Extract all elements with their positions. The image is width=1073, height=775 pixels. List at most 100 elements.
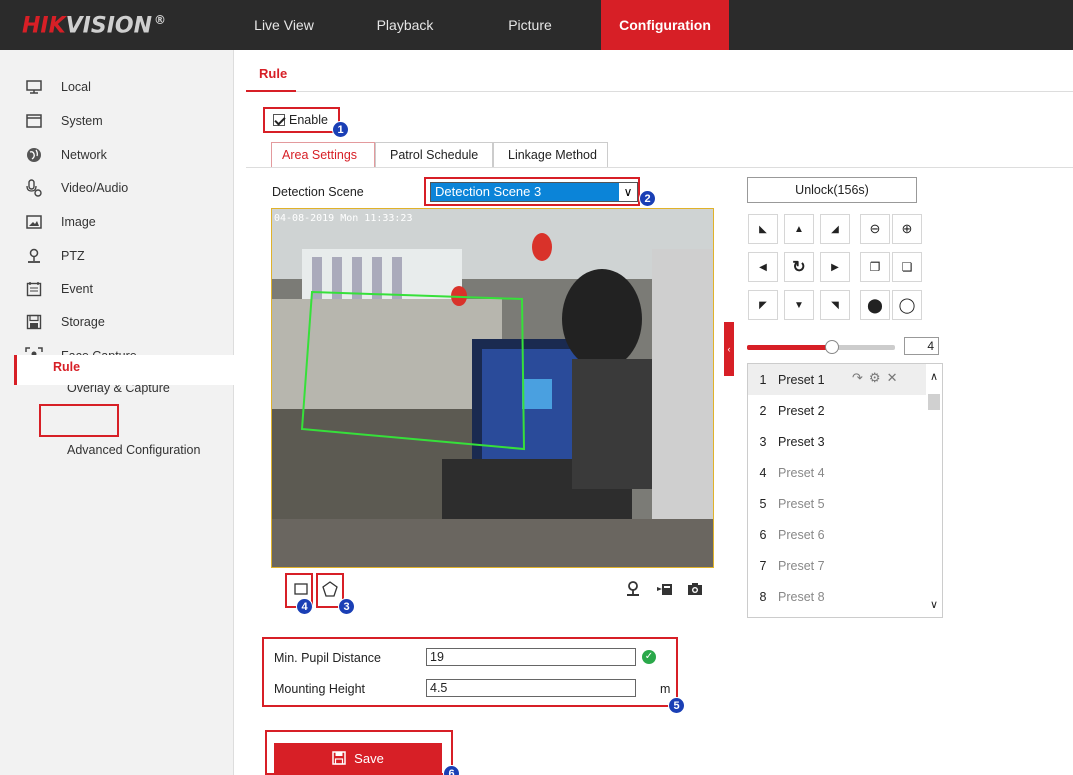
ptz-up-left-button[interactable]: ◣ [748,214,778,244]
ptz-down-left-button[interactable]: ◤ [748,290,778,320]
sidebar-item-network[interactable]: Network [0,140,234,170]
ptz-up-button[interactable]: ▲ [784,214,814,244]
ptz-down-right-button[interactable]: ◥ [820,290,850,320]
preset-number: 1 [759,372,767,387]
focus-far-icon[interactable]: ❏ [892,252,922,282]
badge-3: 3 [338,598,355,615]
speed-value: 4 [904,337,939,355]
preset-name: Preset 7 [778,558,825,573]
chevron-up-icon[interactable]: ∧ [926,370,942,383]
logo-text-vision: VISION [65,13,153,39]
unlock-button[interactable]: Unlock(156s) [747,177,917,203]
ptz-down-button[interactable]: ▼ [784,290,814,320]
tab-linkage-method[interactable]: Linkage Method [493,142,608,168]
video-scene [272,209,713,567]
preset-actions: ↷ ⚙ ✕ [852,370,897,386]
preset-name: Preset 1 [778,372,825,387]
preset-name: Preset 2 [778,403,825,418]
preset-number: 8 [759,589,767,604]
live-video-preview[interactable]: 04-08-2019 Mon 11:33:23 [271,208,714,568]
ptz-icon [25,247,43,265]
scrollbar-thumb[interactable] [928,394,940,410]
tab-rule[interactable]: Rule [259,66,287,81]
sidebar-item-video-audio[interactable]: Video/Audio [0,173,234,203]
tab-patrol-schedule[interactable]: Patrol Schedule [375,142,493,168]
tab-divider [246,91,1073,92]
sidebar-item-storage[interactable]: Storage [0,307,234,337]
preset-item[interactable]: 8 Preset 8 [748,581,928,612]
call-preset-icon[interactable]: ↷ [852,370,863,386]
gear-icon[interactable]: ⚙ [869,370,881,386]
preset-item[interactable]: 2 Preset 2 [748,395,928,426]
badge-6: 6 [443,765,460,775]
nav-playback[interactable]: Playback [355,0,455,50]
sidebar-item-label: PTZ [61,249,85,263]
sidebar-item-label: Image [61,215,96,229]
sidebar-subitem-advanced-configuration[interactable]: Advanced Configuration [67,440,200,460]
brand-logo: HIKVISION ® [22,13,166,38]
preset-item[interactable]: 7 Preset 7 [748,550,928,581]
nav-live-view[interactable]: Live View [234,0,334,50]
highlight-save [265,730,453,775]
preset-name: Preset 6 [778,527,825,542]
speed-fill [747,345,832,350]
logo-text-hik: HIK [22,13,66,39]
iris-close-icon[interactable]: ◯ [892,290,922,320]
storage-icon [25,313,43,331]
sidebar-item-event[interactable]: Event [0,274,234,304]
focus-near-icon[interactable]: ❐ [860,252,890,282]
main-content: Rule Enable 1 Area Settings Patrol Sched… [234,50,1073,775]
ptz-locate-button[interactable] [621,577,645,601]
registered-mark: ® [154,13,167,27]
snapshot-button[interactable] [683,577,707,601]
active-indicator [14,355,17,385]
video-audio-icon [25,179,43,197]
preset-name: Preset 8 [778,589,825,604]
camera-icon [688,583,702,595]
close-icon[interactable]: ✕ [887,370,898,386]
preset-number: 5 [759,496,767,511]
top-bar: HIKVISION ® Live View Playback Picture Co… [0,0,1073,50]
preset-number: 4 [759,465,767,480]
nav-configuration[interactable]: Configuration [601,0,729,50]
preset-item[interactable]: 4 Preset 4 [748,457,928,488]
sidebar-subitem-rule-label: Rule [53,360,81,374]
preset-item[interactable]: 1 Preset 1 ↷ ⚙ ✕ [748,364,928,395]
sidebar-item-local[interactable]: Local [0,72,234,102]
preset-number: 3 [759,434,767,449]
system-icon [25,112,43,130]
sidebar-item-label: Network [61,148,107,162]
sidebar-item-image[interactable]: Image [0,207,234,237]
globe-icon [25,146,43,164]
zoom-out-icon[interactable]: ⊖ [860,214,890,244]
iris-open-icon[interactable]: ⬤ [860,290,890,320]
ptz-right-button[interactable]: ▶ [820,252,850,282]
sidebar-item-label: Event [61,282,93,296]
preset-item[interactable]: 3 Preset 3 [748,426,928,457]
speed-knob[interactable] [825,340,839,354]
record-button[interactable] [653,577,677,601]
preset-item[interactable]: 6 Preset 6 [748,519,928,550]
chevron-down-icon[interactable]: ∨ [926,598,942,611]
video-timestamp-osd: 04-08-2019 Mon 11:33:23 [274,213,413,224]
ptz-speed-slider[interactable]: 4 [747,337,947,355]
highlight-params [262,637,678,707]
sidebar-subitem-rule[interactable] [14,355,234,385]
preset-name: Preset 3 [778,434,825,449]
preset-number: 2 [759,403,767,418]
preset-item[interactable]: 5 Preset 5 [748,488,928,519]
ptz-auto-pan-button[interactable]: ↻ [784,252,814,282]
preset-scrollbar[interactable]: ∧ ∨ [926,364,942,617]
ptz-left-button[interactable]: ◀ [748,252,778,282]
nav-picture[interactable]: Picture [480,0,580,50]
badge-1: 1 [332,121,349,138]
ptz-panel-collapse-toggle[interactable]: ‹ [724,322,734,376]
sidebar-item-ptz[interactable]: PTZ [0,241,234,271]
sidebar-item-label: Local [61,80,91,94]
zoom-in-icon[interactable]: ⊕ [892,214,922,244]
tab-area-settings[interactable]: Area Settings [271,142,375,168]
monitor-icon [25,78,43,96]
sidebar-item-system[interactable]: System [0,106,234,136]
ptz-up-right-button[interactable]: ◢ [820,214,850,244]
subtab-divider [246,167,1073,168]
